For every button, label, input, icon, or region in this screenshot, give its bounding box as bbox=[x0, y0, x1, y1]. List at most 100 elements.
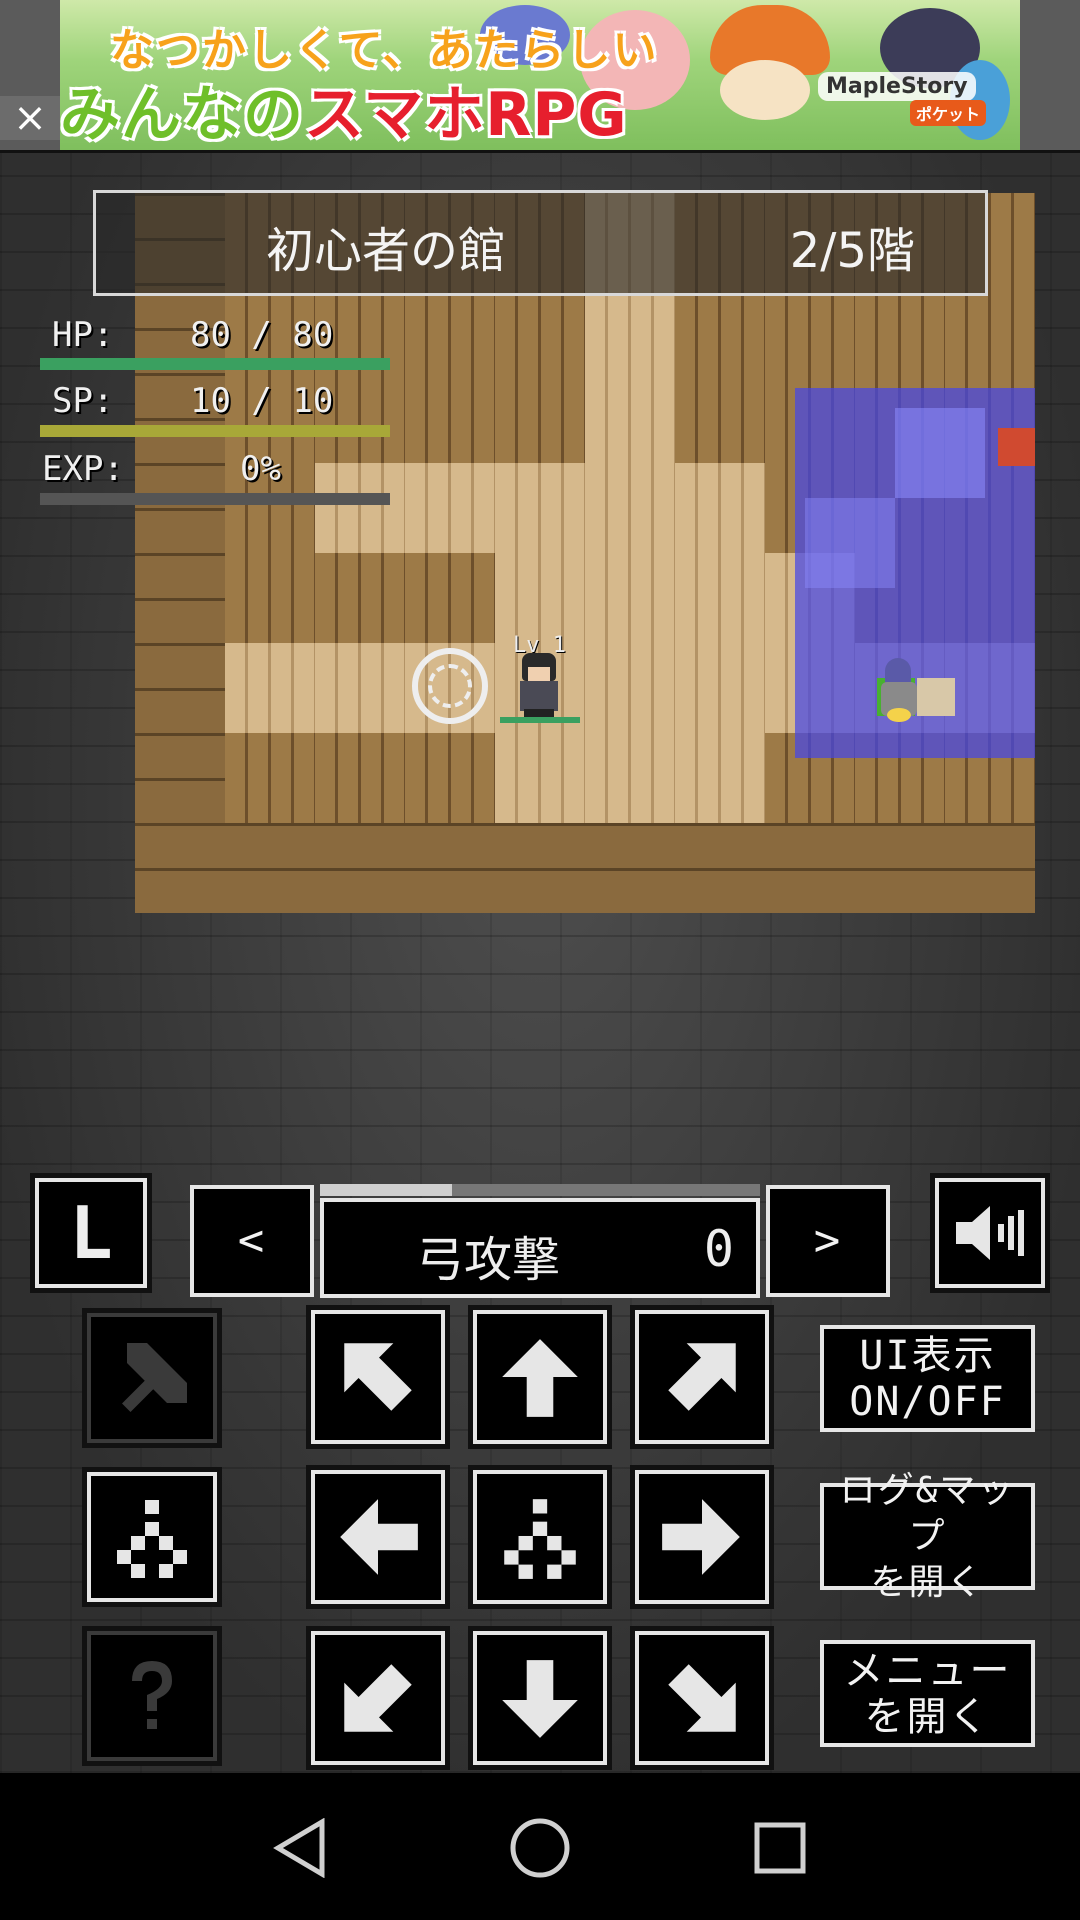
map-tile bbox=[225, 823, 315, 913]
recents-square-icon bbox=[754, 1822, 806, 1874]
map-tile bbox=[135, 463, 225, 553]
map-tile bbox=[585, 283, 675, 373]
arrow-down-left-icon bbox=[344, 1664, 412, 1732]
map-tile bbox=[675, 643, 765, 733]
map-tile bbox=[315, 823, 405, 913]
ad-subheadline-main: スマホRPG bbox=[304, 80, 628, 150]
map-tile bbox=[945, 283, 1035, 373]
move-down-button[interactable] bbox=[468, 1626, 612, 1770]
skill-name: 弓攻撃 bbox=[416, 1232, 561, 1288]
log-button[interactable]: L bbox=[30, 1173, 152, 1293]
map-tile bbox=[405, 283, 495, 373]
dungeon-map[interactable]: Lv 1 bbox=[135, 193, 1035, 913]
menu-button[interactable]: メニュー を開く bbox=[820, 1640, 1035, 1747]
sp-label: SP: bbox=[52, 381, 114, 421]
move-left-button[interactable] bbox=[306, 1465, 450, 1609]
exp-value: 0% bbox=[240, 449, 281, 489]
hp-label: HP: bbox=[52, 315, 114, 355]
arrow-up-left-icon bbox=[344, 1343, 412, 1411]
dungeon-name: 初心者の館 bbox=[266, 223, 507, 279]
speaker-icon bbox=[956, 1206, 1024, 1260]
map-tile bbox=[945, 823, 1035, 913]
wait-button[interactable] bbox=[82, 1467, 222, 1607]
map-tile bbox=[675, 373, 765, 463]
sound-button[interactable] bbox=[930, 1173, 1050, 1293]
move-down-right-button[interactable] bbox=[630, 1626, 774, 1770]
map-tile bbox=[765, 823, 855, 913]
map-tile bbox=[855, 283, 945, 373]
map-tile bbox=[405, 823, 495, 913]
map-tile bbox=[315, 463, 405, 553]
map-tile bbox=[315, 643, 405, 733]
nav-recents-button[interactable] bbox=[745, 1813, 815, 1883]
next-skill-button[interactable]: > bbox=[766, 1185, 890, 1297]
map-tile bbox=[405, 553, 495, 643]
move-down-left-button[interactable] bbox=[306, 1626, 450, 1770]
wait-center-icon bbox=[504, 1499, 576, 1579]
ad-banner[interactable]: なつかしくて、あたらしい みんなのスマホRPG MapleStory ポケット bbox=[60, 0, 1020, 150]
map-tile bbox=[495, 283, 585, 373]
move-right-button[interactable] bbox=[630, 1465, 774, 1609]
map-tile bbox=[765, 283, 855, 373]
skill-selector[interactable]: 弓攻撃 0 bbox=[320, 1198, 760, 1298]
map-tile bbox=[585, 553, 675, 643]
wait-center-button[interactable] bbox=[468, 1465, 612, 1609]
dungeon-floor: 2/5階 bbox=[789, 223, 915, 279]
ad-close-button[interactable]: × bbox=[0, 96, 60, 140]
arrow-up-icon bbox=[502, 1339, 578, 1417]
map-tile bbox=[585, 373, 675, 463]
map-tile bbox=[675, 463, 765, 553]
map-tile bbox=[315, 553, 405, 643]
back-triangle-icon bbox=[273, 1818, 325, 1878]
map-tile bbox=[855, 823, 945, 913]
attack-button[interactable] bbox=[82, 1308, 222, 1448]
ad-mascot-icon bbox=[720, 60, 810, 120]
map-tile bbox=[135, 643, 225, 733]
hp-bar bbox=[40, 358, 390, 370]
question-icon bbox=[132, 1661, 172, 1729]
wait-icon bbox=[117, 1500, 187, 1578]
map-tile bbox=[405, 373, 495, 463]
map-tile bbox=[585, 733, 675, 823]
map-tile bbox=[585, 643, 675, 733]
sp-value: 10 / 10 bbox=[190, 381, 334, 421]
room-tile bbox=[805, 498, 895, 588]
arrow-right-icon bbox=[662, 1499, 740, 1575]
hp-value: 80 / 80 bbox=[190, 315, 334, 355]
prev-skill-button[interactable]: < bbox=[190, 1185, 314, 1297]
move-up-right-button[interactable] bbox=[630, 1305, 774, 1449]
dungeon-title-box: 初心者の館 2/5階 bbox=[93, 190, 988, 296]
move-up-button[interactable] bbox=[468, 1305, 612, 1449]
map-tile bbox=[135, 553, 225, 643]
system-nav-bar bbox=[0, 1773, 1080, 1920]
sp-bar bbox=[40, 425, 390, 437]
arrow-down-icon bbox=[502, 1660, 578, 1738]
ad-brand-sub: ポケット bbox=[910, 100, 987, 126]
log-button-label: L bbox=[35, 1178, 147, 1288]
move-up-left-button[interactable] bbox=[306, 1305, 450, 1449]
log-map-button[interactable]: ログ&マップ を開く bbox=[820, 1470, 1035, 1603]
map-tile bbox=[225, 643, 315, 733]
map-tile bbox=[225, 733, 315, 823]
nav-back-button[interactable] bbox=[265, 1813, 335, 1883]
map-tile bbox=[585, 463, 675, 553]
map-tile bbox=[225, 553, 315, 643]
enemy-character bbox=[877, 658, 921, 728]
arrow-up-right-icon bbox=[668, 1343, 736, 1411]
map-tile bbox=[495, 733, 585, 823]
room-tile bbox=[895, 408, 985, 498]
map-tile bbox=[585, 823, 675, 913]
ad-subheadline: みんなのスマホRPG bbox=[60, 66, 628, 150]
map-tile bbox=[405, 733, 495, 823]
trap-icon bbox=[998, 428, 1035, 466]
hp-bar-fill bbox=[40, 358, 390, 370]
map-tile bbox=[675, 733, 765, 823]
map-tile bbox=[495, 373, 585, 463]
help-button[interactable] bbox=[82, 1626, 222, 1766]
arrow-down-right-icon bbox=[668, 1664, 736, 1732]
ui-toggle-button[interactable]: UI表示 ON/OFF bbox=[820, 1325, 1035, 1432]
exp-label: EXP: bbox=[42, 449, 124, 489]
map-tile bbox=[495, 823, 585, 913]
nav-home-button[interactable] bbox=[505, 1813, 575, 1883]
map-tile bbox=[495, 463, 585, 553]
